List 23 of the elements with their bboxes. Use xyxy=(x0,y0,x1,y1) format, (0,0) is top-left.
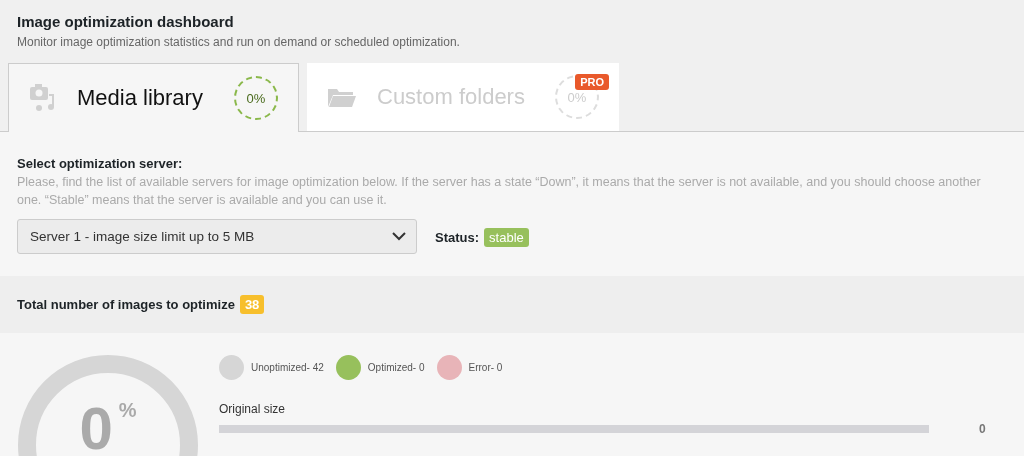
help-text: Please, find the list of available servers for image optimization below. If the server has a state “Down”, it means that the server is not available, and you should choose another one. “Stable” means that the server is available and you can use it. xyxy=(17,174,982,209)
camera-music-icon xyxy=(29,83,57,113)
pro-badge: PRO xyxy=(575,74,609,90)
chevron-down-icon xyxy=(392,232,406,241)
progress-ring: 0% xyxy=(234,76,278,120)
size-value: 0 xyxy=(979,422,986,436)
donut-unit: % xyxy=(118,399,137,422)
tab[interactable]: Media library 0% xyxy=(8,63,299,132)
page-title: Image optimization dashboard xyxy=(17,13,235,30)
legend-label: Error- 0 xyxy=(468,362,503,373)
size-label: Original size xyxy=(219,402,287,416)
status-label: Status: xyxy=(435,229,480,245)
legend-label: Optimized- 0 xyxy=(367,362,425,373)
server-select[interactable]: Server 1 - image size limit up to 5 MB xyxy=(17,219,417,254)
page-subtitle: Monitor image optimization statistics and run on demand or scheduled optimization. xyxy=(17,35,461,49)
status-badge: stable xyxy=(484,227,529,247)
donut-value: 0 xyxy=(79,399,113,456)
count-badge: 38 xyxy=(239,295,265,314)
folder-icon xyxy=(327,86,357,108)
tab-label: Media library xyxy=(77,85,204,111)
section-heading: Select optimization server: xyxy=(17,156,184,171)
legend-label: Unoptimized- 42 xyxy=(251,362,324,373)
total-label: Total number of images to optimize xyxy=(17,297,235,312)
